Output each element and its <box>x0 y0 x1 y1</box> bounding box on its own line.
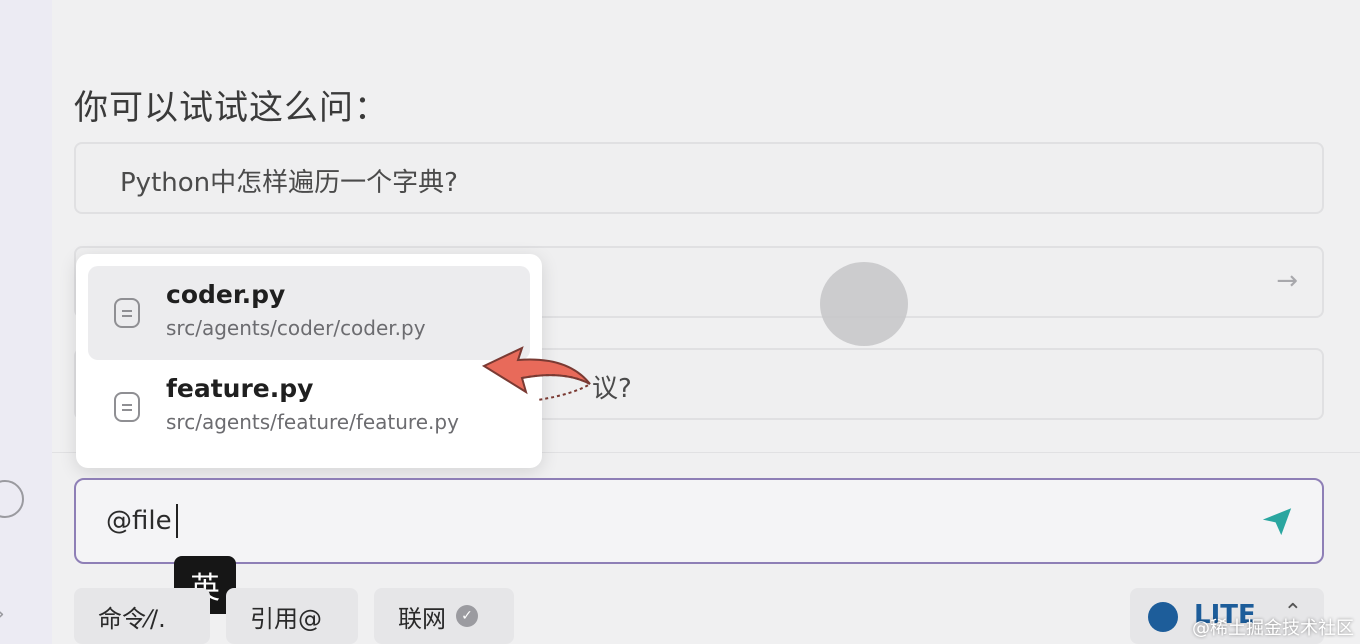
file-path: src/agents/coder/coder.py <box>166 316 426 340</box>
suggestions-heading: 你可以试试这么问： <box>74 88 389 128</box>
file-name: feature.py <box>166 374 314 403</box>
command-button[interactable]: 命令⁄/. <box>74 588 210 644</box>
chat-input[interactable]: @file <box>74 478 1324 564</box>
annotation-arrow-icon <box>481 346 592 401</box>
watermark: @稀土掘金技术社区 <box>1192 618 1354 639</box>
file-path: src/agents/feature/feature.py <box>166 410 459 434</box>
web-label: 联网 <box>398 604 446 633</box>
file-name: coder.py <box>166 280 286 309</box>
web-search-toggle[interactable]: 联网 ✓ <box>374 588 514 644</box>
chevron-right-icon[interactable]: › <box>0 602 5 627</box>
file-option[interactable]: feature.py src/agents/feature/feature.py <box>88 360 530 454</box>
suggestion-text: Python中怎样遍历一个字典? <box>120 168 458 198</box>
left-rail: › <box>0 0 52 644</box>
file-mention-popup: coder.py src/agents/coder/coder.py featu… <box>76 254 542 468</box>
file-icon <box>114 392 140 422</box>
model-logo-icon <box>1148 602 1178 632</box>
user-icon[interactable] <box>0 480 24 518</box>
send-icon[interactable] <box>1260 504 1294 538</box>
file-icon <box>114 298 140 328</box>
pointer-highlight <box>820 262 908 346</box>
text-caret <box>176 504 178 538</box>
quote-label: 引用@ <box>250 604 322 633</box>
arrow-right-icon: → <box>1276 266 1298 296</box>
command-label: 命令⁄/. <box>98 604 166 633</box>
check-icon: ✓ <box>456 605 478 627</box>
quote-button[interactable]: 引用@ <box>226 588 358 644</box>
file-option[interactable]: coder.py src/agents/coder/coder.py <box>88 266 530 360</box>
suggestion-item[interactable]: Python中怎样遍历一个字典? <box>74 142 1324 214</box>
chat-input-value: @file <box>106 506 172 536</box>
